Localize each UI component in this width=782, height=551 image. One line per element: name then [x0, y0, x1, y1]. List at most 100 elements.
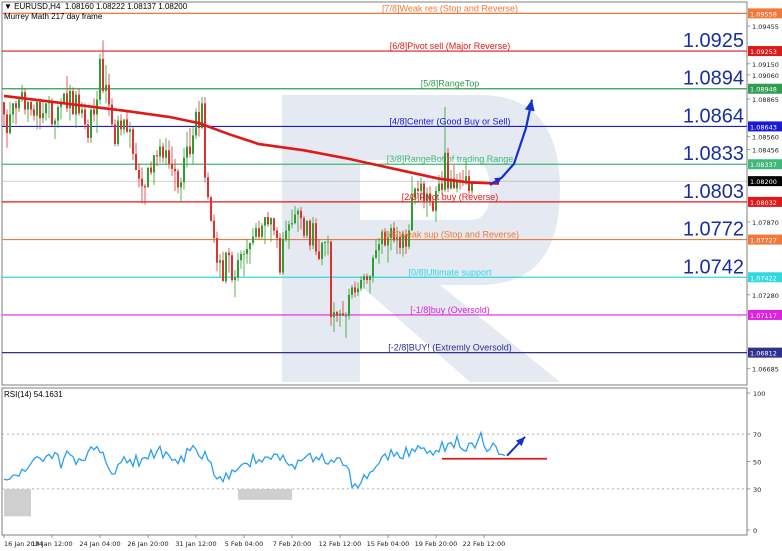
candle-body — [141, 178, 143, 187]
time-tick-label: 22 Feb 12:00 — [463, 540, 506, 548]
murrey-level-label: [5/8]RangeTop — [421, 79, 480, 89]
time-tick-label: 7 Feb 20:00 — [273, 540, 312, 548]
candle-body — [135, 153, 137, 171]
time-axis[interactable]: 16 Jan 202419 Jan 12:00 24 Jan 04:00 26 Ja… — [3, 535, 506, 548]
candle-body — [99, 58, 101, 100]
candle-body — [180, 182, 182, 188]
price-axis[interactable]: 1.09558 1.09253 1.08948 1.08643 1.08337 1.080… — [747, 8, 782, 373]
candle-body — [123, 119, 125, 130]
candle-body — [321, 242, 323, 259]
dropdown-triangle-icon[interactable]: ▼ — [4, 2, 12, 11]
candle-body — [306, 220, 308, 236]
candle-body — [45, 103, 47, 114]
candle-body — [273, 218, 275, 231]
candle-body — [105, 84, 107, 91]
candle-body — [114, 124, 116, 145]
candle-body — [324, 241, 326, 243]
murrey-level-label: [2/8]Pivot buy (Reverse) — [402, 192, 499, 202]
main-price-panel[interactable] — [1, 1, 748, 386]
candle-body — [267, 216, 269, 225]
candle-body — [210, 197, 212, 221]
candle-body — [276, 230, 278, 238]
candle-body — [228, 252, 230, 256]
level-price-tag-text: 1.07727 — [750, 237, 777, 245]
candle-body — [57, 107, 59, 121]
candle-body — [366, 276, 368, 280]
candle-body — [108, 84, 110, 105]
candle-body — [336, 312, 338, 316]
candle-body — [171, 163, 173, 169]
price-tick-label: 1.07870 — [752, 219, 779, 227]
candle-body — [189, 146, 191, 154]
candle-body — [270, 218, 272, 225]
candle-body — [102, 58, 104, 91]
candle-body — [81, 109, 83, 114]
candle-body — [351, 287, 353, 295]
level-price-tag-text: 1.08948 — [750, 86, 777, 94]
candle-body — [186, 146, 188, 158]
candle-body — [129, 129, 131, 132]
candle-body — [165, 150, 167, 158]
candle-body — [246, 249, 248, 255]
candle-body — [111, 104, 113, 125]
candle-body — [132, 129, 134, 154]
candle-body — [288, 224, 290, 231]
candle-body — [6, 114, 8, 133]
candle-body — [216, 237, 218, 263]
candle-body — [39, 102, 41, 119]
candle-body — [345, 315, 347, 317]
candle-body — [378, 244, 380, 251]
candle-body — [204, 103, 206, 178]
candle-body — [369, 276, 371, 280]
candle-body — [243, 254, 245, 255]
price-tick-label: 1.09150 — [752, 61, 779, 69]
candle-body — [219, 260, 221, 263]
candle-body — [360, 279, 362, 289]
rsi-header: RSI(14) 54.1631 — [4, 390, 63, 399]
price-tick-label: 1.09455 — [752, 23, 779, 31]
candle-body — [258, 228, 260, 237]
candle-body — [375, 250, 377, 258]
candle-body — [72, 90, 74, 115]
candle-body — [153, 155, 155, 173]
level-price-tag-text: 1.07422 — [750, 274, 777, 282]
candle-body — [342, 313, 344, 316]
trading-chart[interactable]: [7/8]Weak res (Stop and Reverse) [6/8]Piv… — [0, 0, 782, 551]
time-tick-label: 24 Jan 04:00 — [79, 540, 120, 548]
candle-body — [354, 287, 356, 293]
candle-body — [411, 197, 413, 231]
candle-body — [3, 102, 5, 115]
level-price-tag-text: 1.08643 — [750, 123, 777, 131]
big-level-label: 1.0833 — [683, 143, 744, 165]
time-tick-label: 19 Feb 20:00 — [415, 540, 458, 548]
candle-body — [297, 210, 299, 215]
candle-body — [15, 103, 17, 109]
candle-body — [84, 109, 86, 125]
big-level-label: 1.0803 — [683, 181, 744, 203]
candle-body — [441, 183, 443, 190]
candle-body — [282, 239, 284, 273]
candle-body — [240, 254, 242, 261]
candle-body — [12, 103, 14, 115]
price-tick-label: 1.06685 — [752, 365, 779, 373]
candle-body — [372, 257, 374, 277]
candle-body — [357, 288, 359, 293]
candle-body — [279, 237, 281, 273]
chart-header: ▼ EURUSD,H4 1.08160 1.08222 1.08137 1.08… — [4, 2, 187, 11]
indicator-name: Murrey Math 217 day frame — [4, 12, 103, 21]
candle-body — [36, 102, 38, 116]
candle-body — [150, 167, 152, 173]
candle-body — [126, 119, 128, 132]
candle-body — [159, 146, 161, 157]
rsi-panel[interactable] — [1, 387, 748, 536]
main-panel-frame — [1, 1, 748, 386]
big-level-label: 1.0894 — [683, 68, 744, 90]
candle-body — [156, 155, 158, 157]
candle-body — [138, 170, 140, 179]
candle-body — [18, 99, 20, 109]
symbol-label: EURUSD,H4 — [14, 2, 61, 11]
candle-body — [318, 251, 320, 259]
candle-body — [339, 313, 341, 316]
ohlc-readout: 1.08160 1.08222 1.08137 1.08200 — [64, 2, 188, 11]
candle-body — [231, 255, 233, 280]
